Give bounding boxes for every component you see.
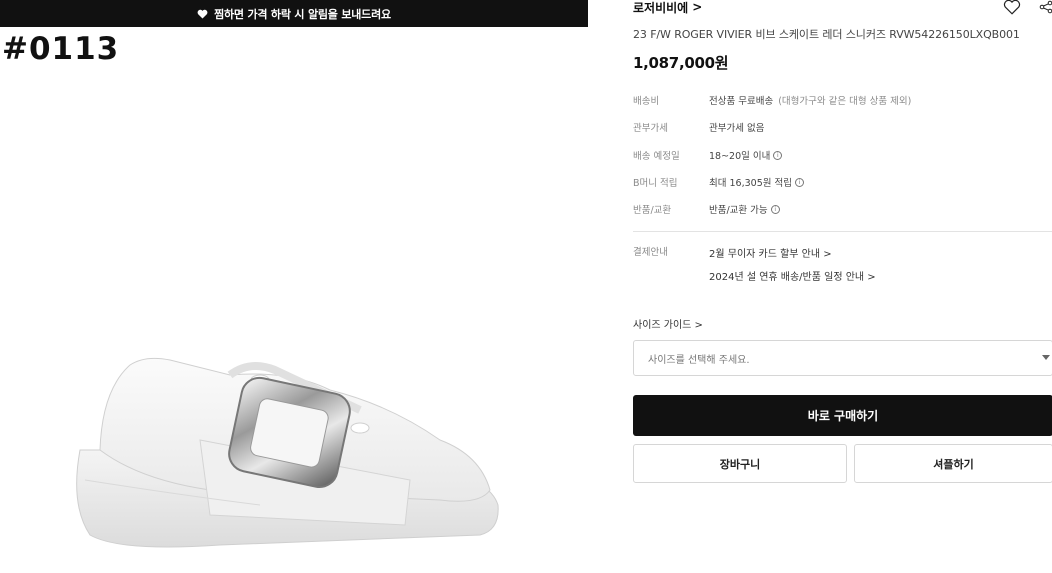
- info-value: 관부가세 없음: [709, 123, 765, 134]
- brand-name: 로저비비에: [633, 0, 689, 15]
- info-icon[interactable]: i: [773, 150, 783, 160]
- chevron-right-icon: >: [692, 0, 703, 14]
- delivery-value: 18~20일 이내: [709, 151, 771, 162]
- heart-icon: [197, 9, 208, 19]
- info-value: 최대 16,305원 적립 i: [709, 175, 804, 189]
- shuffle-button[interactable]: 셔플하기: [854, 444, 1052, 483]
- cart-button[interactable]: 장바구니: [633, 444, 847, 483]
- product-image: [60, 330, 520, 560]
- info-label: B머니 적립: [633, 178, 678, 189]
- product-detail-panel: 로저비비에 > 23 F/W ROGER VIVIER 비브 스케이트 레더 스…: [633, 0, 1052, 573]
- info-row-return: 반품/교환 반품/교환 가능 i: [633, 201, 780, 217]
- info-label: 배송비: [633, 96, 660, 107]
- brand-row: 로저비비에 >: [633, 0, 1052, 16]
- payment-label: 결제안내: [633, 247, 668, 258]
- wishlist-heart-icon[interactable]: [1003, 0, 1021, 16]
- info-value: 전상품 무료배송 (대형가구와 같은 대형 상품 제외): [709, 93, 911, 107]
- info-row-bmoney: B머니 적립 최대 16,305원 적립 i: [633, 174, 804, 190]
- size-guide-link[interactable]: 사이즈 가이드 >: [633, 316, 703, 331]
- size-select[interactable]: 사이즈를 선택해 주세요.: [633, 340, 1052, 376]
- shipping-value: 전상품 무료배송: [709, 96, 774, 107]
- shipping-note: (대형가구와 같은 대형 상품 제외): [778, 96, 912, 107]
- info-row-customs: 관부가세 관부가세 없음: [633, 119, 764, 135]
- divider: [633, 231, 1052, 232]
- buy-now-button[interactable]: 바로 구매하기: [633, 395, 1052, 436]
- bmoney-value: 최대 16,305원 적립: [709, 178, 792, 189]
- return-value: 반품/교환 가능: [709, 205, 768, 216]
- info-label: 반품/교환: [633, 205, 672, 216]
- brand-link[interactable]: 로저비비에 >: [633, 0, 702, 16]
- installment-link[interactable]: 2월 무이자 카드 할부 안내 >: [709, 245, 832, 260]
- info-label: 관부가세: [633, 123, 668, 134]
- price-alert-banner[interactable]: 찜하면 가격 하락 시 알림을 보내드려요: [0, 0, 588, 27]
- info-value: 반품/교환 가능 i: [709, 202, 780, 216]
- info-icon[interactable]: i: [794, 177, 804, 187]
- banner-text: 찜하면 가격 하락 시 알림을 보내드려요: [214, 7, 391, 21]
- size-select-placeholder: 사이즈를 선택해 주세요.: [648, 354, 750, 366]
- info-label: 배송 예정일: [633, 151, 680, 162]
- product-price: 1,087,000원: [633, 54, 729, 72]
- info-row-shipping: 배송비 전상품 무료배송 (대형가구와 같은 대형 상품 제외): [633, 92, 911, 108]
- product-name: 23 F/W ROGER VIVIER 비브 스케이트 레더 스니커즈 RVW5…: [633, 28, 1020, 41]
- info-value: 18~20일 이내 i: [709, 148, 783, 162]
- share-icon[interactable]: [1039, 0, 1052, 14]
- info-row-delivery-date: 배송 예정일 18~20일 이내 i: [633, 147, 783, 163]
- product-code-label: #0113: [2, 31, 120, 67]
- info-icon[interactable]: i: [770, 204, 780, 214]
- holiday-schedule-link[interactable]: 2024년 설 연휴 배송/반품 일정 안내 >: [709, 268, 876, 283]
- chevron-down-icon: [1042, 355, 1050, 360]
